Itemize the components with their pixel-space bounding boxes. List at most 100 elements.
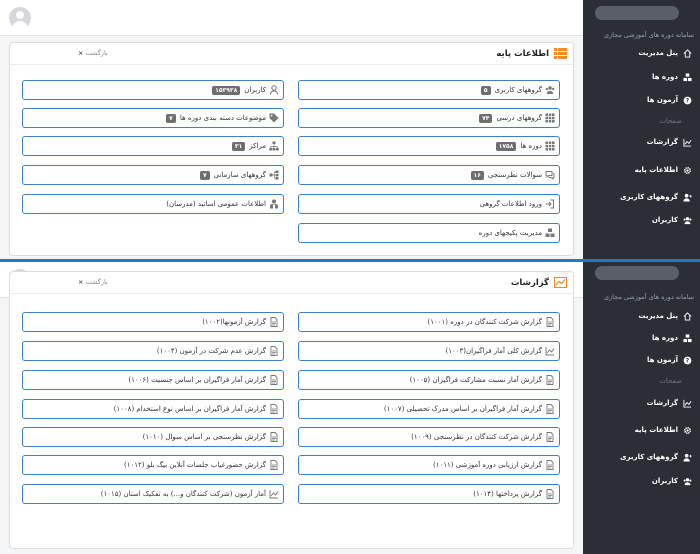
base-info-categories-button[interactable]: موضوعات دسته بندی دوره ها ۷	[22, 108, 284, 128]
count-badge: ۷	[199, 170, 210, 180]
card-header: گزارشات بازگشت ×	[10, 272, 573, 294]
button-label: گروههای درسی	[496, 114, 542, 122]
grid-icon	[545, 141, 555, 151]
button-label: دوره ها	[520, 142, 542, 150]
sidebar: سامانه دوره های آموزشی مجازی پنل مدیریت …	[583, 0, 700, 259]
button-label: گزارش نظرسنجی بر اساس سوال (۱۰۱۰)	[142, 433, 266, 441]
button-label: کاربران	[244, 86, 266, 94]
file-icon	[269, 346, 279, 356]
sidebar-item-pages[interactable]: صفحات	[583, 373, 700, 389]
sidebar-item-pages[interactable]: صفحات	[583, 113, 700, 129]
sidebar-item-exams[interactable]: آزمون ها	[583, 92, 700, 108]
button-label: گزارش آمار نسبت مشارکت فراگیران (۱۰۰۵)	[409, 376, 542, 384]
button-label: گزارش پرداختها (۱۰۱۴)	[473, 490, 542, 498]
question-circle-icon	[683, 96, 692, 105]
button-label: مدیریت پکیجهای دوره	[478, 229, 542, 237]
main-content: گزارشات بازگشت × گزارش شرکت کنندگان در د…	[0, 262, 583, 554]
back-button[interactable]: بازگشت ×	[76, 49, 108, 57]
report-1006-button[interactable]: گزارش آمار فراگیران بر اساس جنسیت (۱۰۰۶)	[22, 370, 284, 390]
report-1007-button[interactable]: گزارش آمار فراگیران بر اساس مدرک تحصیلی …	[298, 399, 560, 419]
report-1011-button[interactable]: گزارش ارزیابی دوره آموزشی (۱۰۱۱)	[298, 455, 560, 475]
report-1002-button[interactable]: گزارش آزمونها(۱۰۰۲)	[22, 312, 284, 332]
page-title: اطلاعات پایه	[496, 49, 549, 59]
blurred-logo	[595, 266, 679, 280]
report-1001-button[interactable]: گزارش شرکت کنندگان در دوره (۱۰۰۱)	[298, 312, 560, 332]
base-info-org-groups-button[interactable]: گروههای سازمانی ۷	[22, 165, 284, 185]
chart-line-icon	[683, 138, 692, 147]
button-label: گزارش شرکت کنندگان در دوره (۱۰۰۱)	[427, 318, 542, 326]
sidebar-item-label: گروههای کاربری	[620, 193, 678, 201]
users-icon	[545, 85, 555, 95]
sidebar-item-courses[interactable]: دوره ها	[583, 330, 700, 346]
file-icon	[269, 375, 279, 385]
user-icon	[269, 85, 279, 95]
sidebar-item-reports[interactable]: گزارشات	[583, 395, 700, 411]
base-info-centers-button[interactable]: مراکز ۳۱	[22, 136, 284, 156]
report-1003-button[interactable]: گزارش کلی آمار فراگیران(۱۰۰۳)	[298, 341, 560, 361]
report-1015-button[interactable]: آمار آزمون (شرکت کنندگان و...) به تفکیک …	[22, 484, 284, 504]
button-label: گزارش حضورغیاب جلسات آنلاین بیگ بلو (۱۰۱…	[124, 461, 266, 469]
chart-line-icon	[269, 489, 279, 499]
sidebar-item-label: دوره ها	[651, 73, 678, 81]
file-icon	[269, 317, 279, 327]
report-1012-button[interactable]: گزارش حضورغیاب جلسات آنلاین بیگ بلو (۱۰۱…	[22, 455, 284, 475]
user-group-icon	[683, 453, 692, 462]
sidebar-item-dashboard[interactable]: پنل مدیریت	[583, 45, 700, 61]
base-info-pane: اطلاعات پایه بازگشت × گروههای کاربری ۵ گ…	[0, 0, 700, 259]
count-badge: ۱۵۳۹۳۸	[212, 85, 241, 95]
count-badge: ۱۶	[470, 170, 484, 180]
sidebar-item-users[interactable]: کاربران	[583, 212, 700, 228]
sidebar-item-dashboard[interactable]: پنل مدیریت	[583, 308, 700, 324]
gear-icon	[683, 426, 692, 435]
sidebar-item-base-info[interactable]: اطلاعات پایه	[583, 162, 700, 178]
file-icon	[545, 460, 555, 470]
avatar[interactable]	[9, 7, 31, 29]
sidebar-item-user-groups[interactable]: گروههای کاربری	[583, 449, 700, 465]
sitemap-icon	[269, 141, 279, 151]
cubes-icon	[683, 73, 692, 82]
base-info-course-groups-button[interactable]: گروههای درسی ۷۴	[298, 108, 560, 128]
report-1009-button[interactable]: گزارش شرکت کنندگان در نظرسنجی (۱۰۰۹)	[298, 427, 560, 447]
file-icon	[269, 460, 279, 470]
back-button[interactable]: بازگشت ×	[76, 278, 108, 286]
button-label: گزارش آمار فراگیران بر اساس مدرک تحصیلی …	[383, 405, 542, 413]
base-info-bulk-import-button[interactable]: ورود اطلاعات گروهی	[298, 194, 560, 214]
cubes-icon	[683, 334, 692, 343]
sidebar-item-label: صفحات	[659, 377, 682, 385]
sidebar-item-reports[interactable]: گزارشات	[583, 134, 700, 150]
sidebar: سامانه دوره های آموزشی مجازی پنل مدیریت …	[583, 262, 700, 554]
sidebar-item-users[interactable]: کاربران	[583, 473, 700, 489]
sidebar-item-label: پنل مدیریت	[638, 49, 678, 57]
card-header: اطلاعات پایه بازگشت ×	[10, 43, 573, 65]
base-info-survey-questions-button[interactable]: سوالات نظرسنجی ۱۶	[298, 165, 560, 185]
report-1010-button[interactable]: گزارش نظرسنجی بر اساس سوال (۱۰۱۰)	[22, 427, 284, 447]
report-1014-button[interactable]: گزارش پرداختها (۱۰۱۴)	[298, 484, 560, 504]
chart-line-icon	[545, 346, 555, 356]
reports-pane: گزارشات بازگشت × گزارش شرکت کنندگان در د…	[0, 262, 700, 554]
base-info-teachers-button[interactable]: اطلاعات عمومی اساتید (مدرسان)	[22, 194, 284, 214]
sidebar-item-label: آزمون ها	[646, 96, 678, 104]
sidebar-item-label: کاربران	[651, 216, 678, 224]
report-1008-button[interactable]: گزارش آمار فراگیران بر اساس نوع استخدام …	[22, 399, 284, 419]
home-icon	[683, 312, 692, 321]
count-badge: ۳۱	[231, 141, 246, 151]
base-info-users-button[interactable]: کاربران ۱۵۳۹۳۸	[22, 80, 284, 100]
sidebar-item-courses[interactable]: دوره ها	[583, 69, 700, 85]
report-1004-button[interactable]: گزارش عدم شرکت در آزمون (۱۰۰۴)	[22, 341, 284, 361]
button-label: گزارش ارزیابی دوره آموزشی (۱۰۱۱)	[433, 461, 542, 469]
sidebar-item-label: دوره ها	[651, 334, 678, 342]
users-icon	[683, 477, 692, 486]
base-info-user-groups-button[interactable]: گروههای کاربری ۵	[298, 80, 560, 100]
sidebar-item-exams[interactable]: آزمون ها	[583, 352, 700, 368]
sidebar-item-base-info[interactable]: اطلاعات پایه	[583, 422, 700, 438]
file-icon	[545, 432, 555, 442]
system-name: سامانه دوره های آموزشی مجازی	[603, 31, 694, 39]
base-info-courses-button[interactable]: دوره ها ۱۷۵۸	[298, 136, 560, 156]
report-1005-button[interactable]: گزارش آمار نسبت مشارکت فراگیران (۱۰۰۵)	[298, 370, 560, 390]
base-info-course-packages-button[interactable]: مدیریت پکیجهای دوره	[298, 223, 560, 243]
sidebar-item-user-groups[interactable]: گروههای کاربری	[583, 189, 700, 205]
grid-icon	[545, 113, 555, 123]
button-label: گروههای کاربری	[494, 86, 542, 94]
comments-icon	[545, 170, 555, 180]
gear-icon	[683, 166, 692, 175]
